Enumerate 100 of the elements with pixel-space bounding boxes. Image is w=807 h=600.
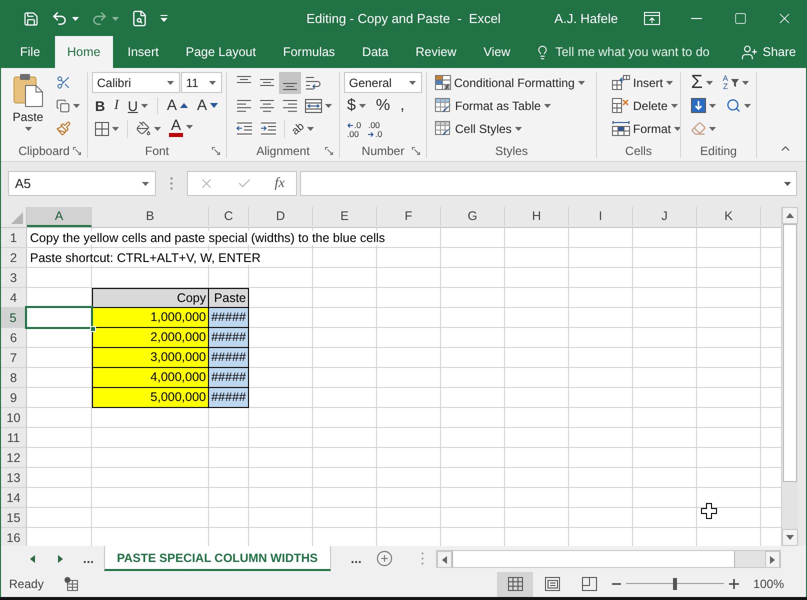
column-header[interactable]: B [92, 207, 209, 227]
fill-handle[interactable] [90, 326, 96, 332]
font-name-dropdown[interactable]: Calibri [92, 72, 180, 93]
row-header[interactable]: 2 [1, 248, 27, 268]
scrollbar-thumb[interactable] [452, 551, 735, 567]
row-header[interactable]: 13 [1, 468, 27, 488]
formula-input[interactable] [300, 171, 797, 196]
font-style-button[interactable]: I [111, 94, 122, 116]
boxed-arrows-icon [305, 98, 322, 112]
caret-icon [578, 80, 585, 84]
align-bottom-icon [283, 82, 297, 90]
worksheet-grid[interactable] [1, 228, 781, 546]
insert-function-button[interactable]: fx [272, 174, 288, 194]
dialog-launcher-button[interactable] [212, 146, 220, 154]
column-header[interactable]: C [209, 207, 249, 227]
number-format-button[interactable]: $ [344, 94, 369, 116]
cells-button[interactable]: Insert [609, 72, 676, 94]
caret-icon [674, 126, 682, 130]
styles-button[interactable]: Format as Table [432, 94, 554, 116]
decrease-decimal-button[interactable]: .00 .0 [365, 118, 386, 140]
ribbon-tab[interactable]: Page Layout [174, 36, 268, 68]
font-color-button[interactable]: A [166, 118, 196, 140]
caret-icon [72, 16, 79, 20]
column-header[interactable]: I [569, 207, 633, 227]
column-header[interactable]: D [249, 207, 313, 227]
scroll-up-button[interactable] [782, 207, 798, 224]
ribbon-tab[interactable]: Home [55, 36, 112, 68]
scrollbar-thumb[interactable] [783, 224, 797, 482]
styles-button[interactable]: Conditional Formatting [432, 72, 588, 94]
dialog-launcher-button[interactable] [325, 146, 333, 154]
dialog-launcher-button[interactable] [412, 146, 420, 154]
row-header[interactable]: 10 [1, 408, 27, 428]
scroll-down-button[interactable] [782, 529, 798, 546]
table-cell: 2,000,000 [92, 328, 209, 348]
row-header[interactable]: 3 [1, 268, 27, 288]
orientation-button[interactable]: ab [289, 118, 318, 140]
column-header[interactable]: K [697, 207, 761, 227]
vertical-align-button[interactable] [279, 72, 301, 94]
number-format-dropdown[interactable]: General [344, 72, 422, 93]
grid-cross-icon [612, 98, 630, 113]
font-style-button[interactable]: U [124, 94, 151, 116]
grow-font-button[interactable]: A [164, 94, 191, 116]
number-format-button[interactable]: % [372, 94, 394, 116]
row-header[interactable]: 7 [1, 348, 27, 368]
row-header[interactable]: 14 [1, 488, 27, 508]
selected-cell[interactable] [25, 306, 93, 329]
ribbon-tab[interactable]: Review [403, 36, 468, 68]
scroll-right-button[interactable] [764, 551, 780, 568]
cells-button[interactable]: Delete [609, 94, 681, 116]
cells-button[interactable]: Format [609, 118, 684, 140]
dialog-launcher-button[interactable] [73, 146, 81, 154]
row-header[interactable]: 16 [1, 528, 27, 546]
row-header[interactable]: 6 [1, 328, 27, 348]
column-header[interactable]: E [313, 207, 377, 227]
ribbon-tab[interactable]: Data [350, 36, 400, 68]
styles-button[interactable]: Cell Styles [432, 118, 525, 140]
column-header[interactable]: G [441, 207, 505, 227]
zoom-slider[interactable] [626, 577, 724, 591]
grid-dot-icon[interactable] [64, 577, 78, 591]
name-box[interactable]: A5 [8, 171, 156, 196]
share-button[interactable]: Share [740, 36, 796, 68]
number-format-button[interactable]: , [397, 94, 408, 116]
column-header[interactable]: A [27, 207, 92, 227]
row-header[interactable]: 1 [1, 228, 27, 248]
increase-decimal-button[interactable]: .0 .00 [344, 118, 364, 140]
cell-brush-icon [435, 121, 452, 136]
font-style-button[interactable]: B [92, 94, 108, 116]
row-header[interactable]: 5 [1, 308, 27, 328]
group-label: Font [144, 144, 169, 158]
zoom-in-button[interactable] [727, 579, 742, 589]
shrink-font-button[interactable]: A [194, 94, 221, 116]
ribbon-tab[interactable]: View [471, 36, 522, 68]
row-header[interactable]: 4 [1, 288, 27, 308]
vertical-scrollbar[interactable] [781, 207, 798, 546]
column-header[interactable]: H [505, 207, 569, 227]
more-sheets-button[interactable]: ... [344, 546, 368, 571]
view-button[interactable] [497, 572, 534, 596]
row-header[interactable]: 15 [1, 508, 27, 528]
sheet-tab[interactable]: PASTE SPECIAL COLUMN WIDTHS [104, 546, 331, 571]
instruction-text: Copy the yellow cells and paste special (widths) to the blue cells [30, 230, 386, 244]
sort-filter-button[interactable]: A Z [720, 72, 752, 94]
ribbon-tab[interactable]: Formulas [270, 36, 348, 68]
row-header[interactable]: 11 [1, 428, 27, 448]
vertical-dots-icon[interactable] [420, 552, 424, 565]
row-header[interactable]: 12 [1, 448, 27, 468]
more-sheets-button[interactable]: ... [77, 546, 100, 571]
paste-button[interactable]: Paste [7, 71, 49, 142]
horizontal-scrollbar[interactable] [436, 550, 781, 568]
column-header[interactable]: F [377, 207, 441, 227]
row-header[interactable]: 8 [1, 368, 27, 388]
row-header[interactable]: 9 [1, 388, 27, 408]
scroll-left-button[interactable] [436, 551, 452, 568]
ribbon-tab[interactable]: File [8, 36, 52, 68]
font-size-dropdown[interactable]: 11 [181, 72, 222, 93]
tell-me-field[interactable]: Tell me what you want to do [555, 42, 720, 62]
zoom-slider-thumb[interactable] [673, 578, 678, 590]
caret-icon [154, 126, 161, 130]
column-header[interactable]: J [633, 207, 697, 227]
autosum-button[interactable]: Σ [688, 72, 716, 94]
ribbon-tab[interactable]: Insert [116, 36, 171, 68]
